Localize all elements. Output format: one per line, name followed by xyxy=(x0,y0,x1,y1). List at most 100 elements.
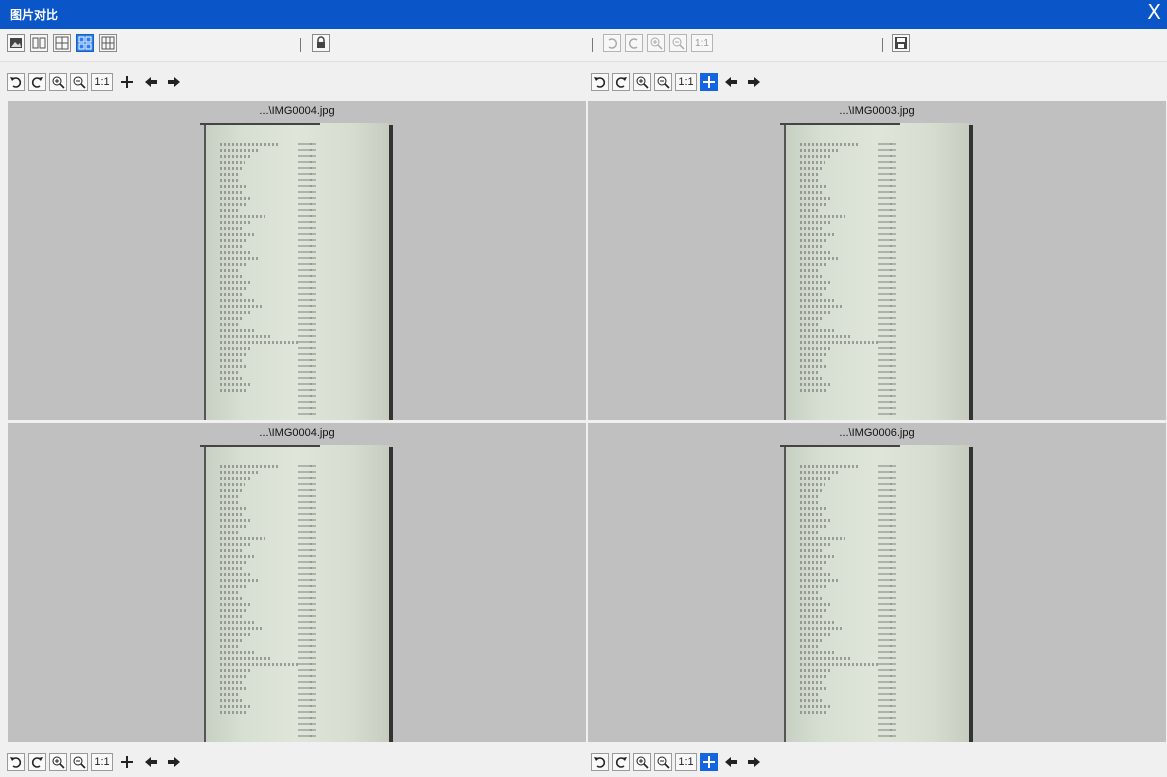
next-button[interactable] xyxy=(744,753,764,771)
four-view-button[interactable] xyxy=(76,34,94,52)
actual-size-label: 1:1 xyxy=(695,37,709,49)
image-panel-top-right[interactable]: ...\IMG0003.jpg xyxy=(588,101,1166,420)
rotate-right-icon xyxy=(31,77,43,88)
zoom-in-button[interactable] xyxy=(633,753,651,771)
rotate-right-icon xyxy=(615,77,627,88)
actual-size-button[interactable]: 1:1 xyxy=(675,73,697,91)
rotate-left-button[interactable] xyxy=(7,73,25,91)
rotate-right-icon xyxy=(615,757,627,768)
zoom-in-icon xyxy=(636,76,649,89)
image-panel-bottom-left[interactable]: ...\IMG0004.jpg xyxy=(8,423,586,742)
actual-size-button[interactable]: 1:1 xyxy=(675,753,697,771)
main-toolbar: 1:1 xyxy=(0,29,1167,62)
document-image xyxy=(200,445,393,742)
arrow-left-icon xyxy=(145,77,157,87)
image-icon xyxy=(10,38,22,48)
rotate-right-icon xyxy=(628,38,638,49)
six-grid-icon xyxy=(101,36,115,50)
previous-button[interactable] xyxy=(721,73,741,91)
rotate-left-icon xyxy=(594,77,606,88)
rotate-left-button[interactable] xyxy=(7,753,25,771)
zoom-in-all-button[interactable] xyxy=(647,34,665,52)
rotate-left-all-button[interactable] xyxy=(603,34,621,52)
next-button[interactable] xyxy=(744,73,764,91)
toolbar-separator xyxy=(300,38,301,52)
rotate-left-icon xyxy=(10,757,22,768)
panel-controls-bottom-left: 1:1 xyxy=(7,747,184,777)
zoom-out-icon xyxy=(73,76,86,89)
document-image xyxy=(780,445,973,742)
window-title: 图片对比 xyxy=(10,8,59,22)
zoom-out-button[interactable] xyxy=(654,753,672,771)
add-button[interactable] xyxy=(116,73,138,91)
arrow-right-icon xyxy=(748,757,760,767)
image-panel-top-left[interactable]: ...\IMG0004.jpg xyxy=(8,101,586,420)
actual-size-label: 1:1 xyxy=(678,756,694,768)
image-filename: ...\IMG0006.jpg xyxy=(839,427,915,439)
zoom-out-button[interactable] xyxy=(70,73,88,91)
arrow-right-icon xyxy=(748,77,760,87)
rotate-right-all-button[interactable] xyxy=(625,34,643,52)
rotate-left-icon xyxy=(594,757,606,768)
zoom-in-icon xyxy=(636,756,649,769)
close-button[interactable]: X xyxy=(1147,1,1161,23)
save-icon xyxy=(895,37,907,49)
zoom-out-all-button[interactable] xyxy=(669,34,687,52)
previous-button[interactable] xyxy=(141,753,161,771)
add-button[interactable] xyxy=(116,753,138,771)
zoom-out-icon xyxy=(657,76,670,89)
panel-controls-bottom-right: 1:1 xyxy=(591,747,764,777)
toolbar-separator xyxy=(592,38,593,52)
actual-size-button[interactable]: 1:1 xyxy=(91,73,113,91)
zoom-in-button[interactable] xyxy=(633,73,651,91)
zoom-in-button[interactable] xyxy=(49,753,67,771)
panel-controls-top-left: 1:1 xyxy=(7,67,184,97)
rotate-right-button[interactable] xyxy=(28,73,46,91)
lock-icon xyxy=(317,36,325,48)
zoom-out-button[interactable] xyxy=(70,753,88,771)
arrow-left-icon xyxy=(725,77,737,87)
next-button[interactable] xyxy=(164,753,184,771)
panel-controls-top-right: 1:1 xyxy=(591,67,764,97)
plus-icon xyxy=(703,756,715,768)
actual-size-label: 1:1 xyxy=(94,76,110,88)
actual-size-all-button[interactable]: 1:1 xyxy=(691,34,713,52)
next-button[interactable] xyxy=(164,73,184,91)
rotate-right-button[interactable] xyxy=(612,753,630,771)
zoom-out-icon xyxy=(73,756,86,769)
grid-icon xyxy=(55,36,69,50)
previous-button[interactable] xyxy=(721,753,741,771)
image-filename: ...\IMG0003.jpg xyxy=(839,105,915,117)
lock-button[interactable] xyxy=(312,34,330,52)
plus-icon xyxy=(703,76,715,88)
zoom-out-icon xyxy=(672,37,685,50)
actual-size-label: 1:1 xyxy=(94,756,110,768)
rotate-left-button[interactable] xyxy=(591,73,609,91)
add-button[interactable] xyxy=(700,753,718,771)
six-view-button[interactable] xyxy=(99,34,117,52)
two-view-button[interactable] xyxy=(30,34,48,52)
save-button[interactable] xyxy=(892,34,910,52)
single-view-button[interactable] xyxy=(7,34,25,52)
add-button[interactable] xyxy=(700,73,718,91)
rotate-right-button[interactable] xyxy=(612,73,630,91)
document-image xyxy=(200,123,393,420)
rotate-right-button[interactable] xyxy=(28,753,46,771)
rotate-left-icon xyxy=(608,38,618,49)
image-panel-bottom-right[interactable]: ...\IMG0006.jpg xyxy=(588,423,1166,742)
arrow-left-icon xyxy=(725,757,737,767)
previous-button[interactable] xyxy=(141,73,161,91)
image-filename: ...\IMG0004.jpg xyxy=(259,105,335,117)
zoom-out-button[interactable] xyxy=(654,73,672,91)
actual-size-button[interactable]: 1:1 xyxy=(91,753,113,771)
three-view-button[interactable] xyxy=(53,34,71,52)
zoom-in-button[interactable] xyxy=(49,73,67,91)
document-image xyxy=(780,123,973,420)
actual-size-label: 1:1 xyxy=(678,76,694,88)
image-filename: ...\IMG0004.jpg xyxy=(259,427,335,439)
arrow-right-icon xyxy=(168,77,180,87)
zoom-in-icon xyxy=(52,76,65,89)
quad-grid-icon xyxy=(78,36,92,50)
zoom-in-icon xyxy=(650,37,663,50)
rotate-left-button[interactable] xyxy=(591,753,609,771)
